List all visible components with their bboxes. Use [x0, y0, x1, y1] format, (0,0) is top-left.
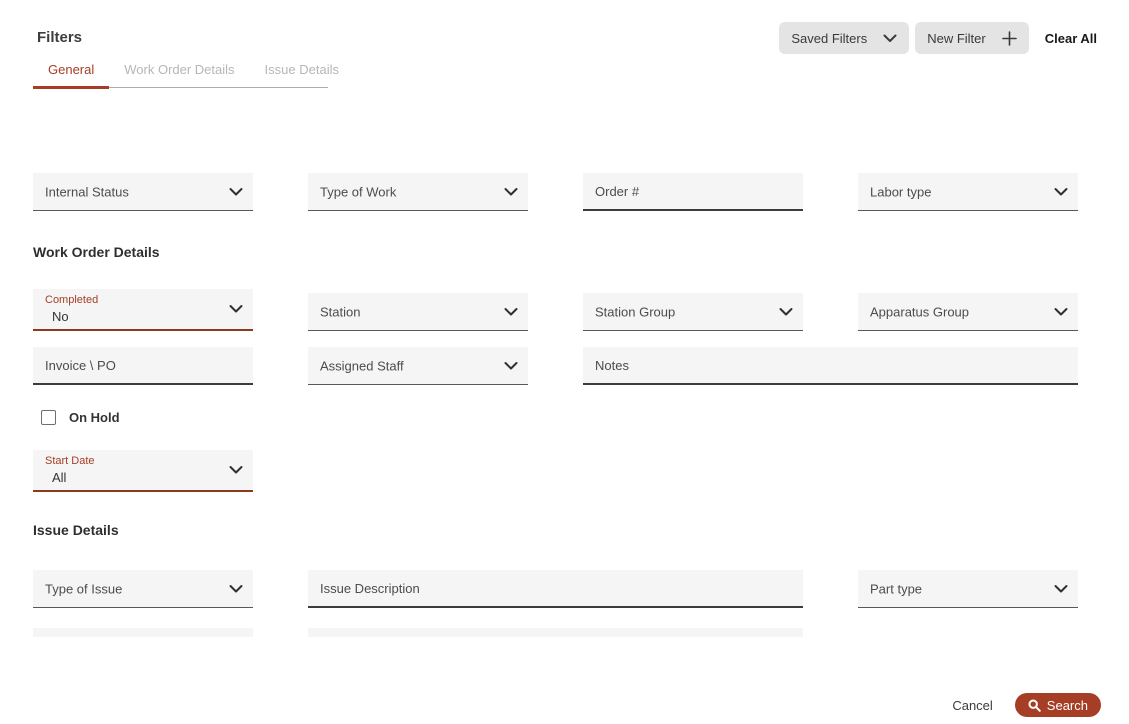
invoice-po-field: [33, 347, 253, 385]
chevron-down-icon: [779, 307, 793, 316]
apparatus-group-select[interactable]: Apparatus Group: [858, 293, 1078, 331]
notes-input[interactable]: [583, 347, 1078, 385]
clipped-field[interactable]: [308, 628, 803, 637]
clipped-fields-row: [33, 628, 1078, 637]
chevron-down-icon: [229, 584, 243, 593]
work-order-details-heading: Work Order Details: [33, 244, 160, 260]
start-date-value: All: [52, 470, 67, 485]
saved-filters-label: Saved Filters: [791, 30, 868, 46]
station-group-label: Station Group: [595, 304, 676, 319]
saved-filters-button[interactable]: Saved Filters: [779, 22, 910, 54]
station-label: Station: [320, 304, 361, 319]
tab-issue-details[interactable]: Issue Details: [250, 62, 354, 87]
order-number-field: [583, 173, 803, 211]
completed-select[interactable]: Completed No: [33, 289, 253, 331]
order-number-input[interactable]: [583, 173, 803, 211]
station-select[interactable]: Station: [308, 293, 528, 331]
search-icon: [1028, 698, 1041, 712]
type-of-work-select[interactable]: Type of Work: [308, 173, 528, 211]
issue-description-field: [308, 570, 803, 608]
tab-work-order-details[interactable]: Work Order Details: [109, 62, 249, 87]
search-label: Search: [1046, 697, 1088, 713]
clear-all-button[interactable]: Clear All: [1045, 31, 1097, 46]
chevron-down-icon: [504, 307, 518, 316]
work-order-row-2: Assigned Staff: [33, 347, 1078, 385]
chevron-down-icon: [883, 34, 897, 43]
clipped-field[interactable]: [33, 628, 253, 637]
issue-description-input[interactable]: [308, 570, 803, 608]
filters-panel: Filters General Work Order Details Issue…: [0, 0, 1129, 724]
new-filter-button[interactable]: New Filter: [915, 22, 1029, 54]
tab-general[interactable]: General: [33, 62, 110, 89]
search-button[interactable]: Search: [1014, 693, 1101, 717]
chevron-down-icon: [229, 305, 243, 314]
part-type-label: Part type: [870, 581, 923, 596]
start-date-label: Start Date: [45, 455, 95, 467]
general-fields-row: Internal Status Type of Work Labor type: [33, 173, 1078, 211]
assigned-staff-label: Assigned Staff: [320, 358, 404, 373]
cancel-button[interactable]: Cancel: [952, 698, 992, 713]
on-hold-label: On Hold: [69, 410, 120, 425]
work-order-row-1: Completed No Station Station Group Appar…: [33, 289, 1078, 331]
header-actions: Saved Filters New Filter Clear All: [779, 22, 1097, 54]
type-of-issue-label: Type of Issue: [45, 581, 123, 596]
part-type-select[interactable]: Part type: [858, 570, 1078, 608]
labor-type-label: Labor type: [870, 184, 932, 199]
on-hold-option[interactable]: On Hold: [41, 410, 120, 425]
filters-scroll-area[interactable]: Filters General Work Order Details Issue…: [0, 0, 1129, 637]
chevron-down-icon: [504, 361, 518, 370]
on-hold-checkbox[interactable]: [41, 410, 56, 425]
apparatus-group-label: Apparatus Group: [870, 304, 970, 319]
plus-icon: [1001, 30, 1017, 46]
page-title: Filters: [37, 29, 83, 46]
start-date-select[interactable]: Start Date All: [33, 450, 253, 492]
completed-label: Completed: [45, 294, 99, 306]
issue-details-row: Type of Issue Part type: [33, 570, 1078, 608]
chevron-down-icon: [1054, 584, 1068, 593]
issue-details-heading: Issue Details: [33, 522, 119, 538]
chevron-down-icon: [229, 466, 243, 475]
internal-status-select[interactable]: Internal Status: [33, 173, 253, 211]
labor-type-select[interactable]: Labor type: [858, 173, 1078, 211]
footer-actions: Cancel Search: [952, 693, 1101, 717]
type-of-issue-select[interactable]: Type of Issue: [33, 570, 253, 608]
internal-status-label: Internal Status: [45, 184, 129, 199]
assigned-staff-select[interactable]: Assigned Staff: [308, 347, 528, 385]
chevron-down-icon: [1054, 307, 1068, 316]
chevron-down-icon: [229, 187, 243, 196]
chevron-down-icon: [504, 187, 518, 196]
tab-bar: General Work Order Details Issue Details: [33, 62, 339, 89]
station-group-select[interactable]: Station Group: [583, 293, 803, 331]
notes-field: [583, 347, 1078, 385]
chevron-down-icon: [1054, 187, 1068, 196]
type-of-work-label: Type of Work: [320, 184, 397, 199]
start-date-wrapper: Start Date All: [33, 450, 253, 492]
completed-value: No: [52, 309, 69, 324]
invoice-po-input[interactable]: [33, 347, 253, 385]
new-filter-label: New Filter: [927, 30, 986, 46]
